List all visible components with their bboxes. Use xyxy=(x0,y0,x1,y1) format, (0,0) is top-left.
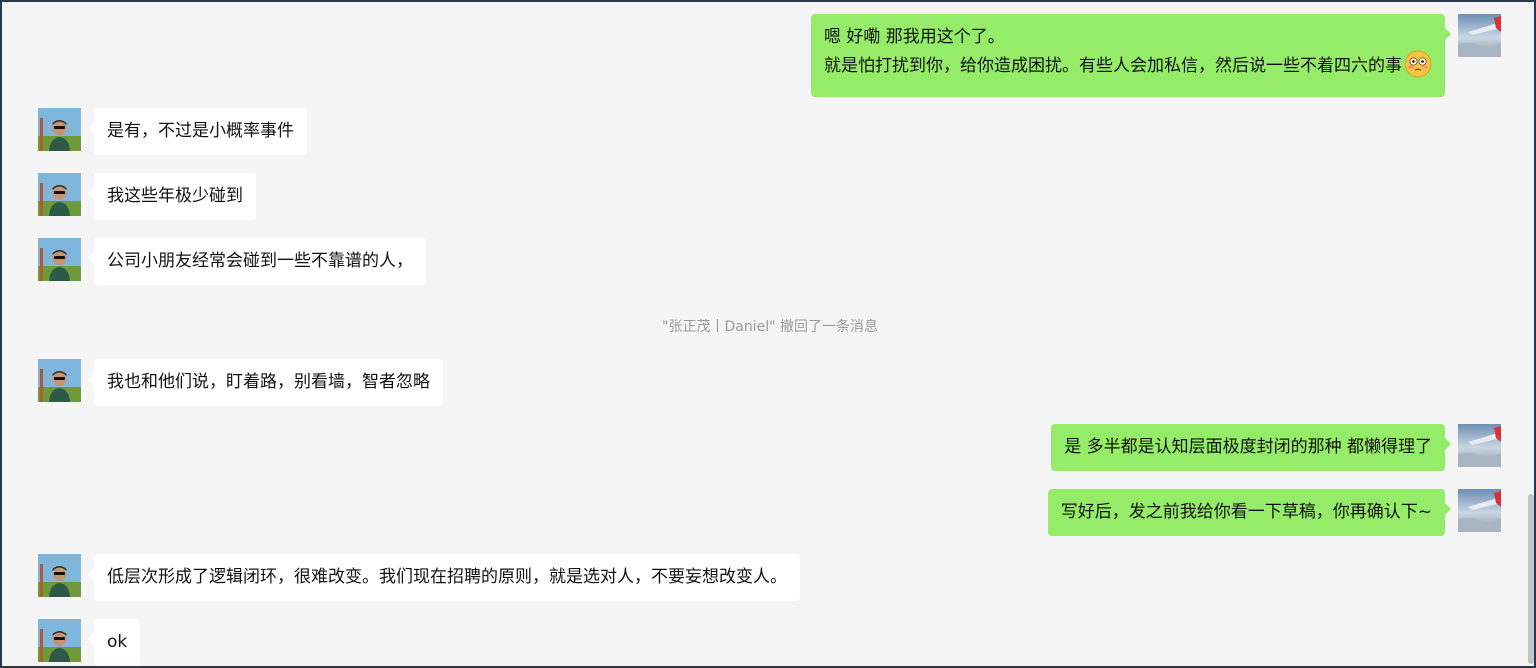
message-bubble-other[interactable]: 我也和他们说，盯着路，别看墙，智者忽略 xyxy=(88,359,443,406)
message-bubble-other[interactable]: ok xyxy=(87,619,141,666)
self-avatar[interactable] xyxy=(1458,489,1501,532)
message-text: 是有，不过是小概率事件 xyxy=(107,121,294,141)
message-bubble-self[interactable]: 嗯 好嘞 那我用这个了。 就是怕打扰到你，给你造成困扰。有些人会加私信，然后说一… xyxy=(811,14,1451,97)
message-text: 写好后，发之前我给你看一下草稿，你再确认下~ xyxy=(1060,502,1432,522)
message-bubble-other[interactable]: 低层次形成了逻辑闭环，很难改变。我们现在招聘的原则，就是选对人，不要妄想改变人。 xyxy=(88,554,800,601)
message-bubble-self[interactable]: 是 多半都是认知层面极度封闭的那种 都懒得理了 xyxy=(1051,424,1451,471)
flushed-face-icon xyxy=(1404,50,1432,86)
message-text: 我也和他们说，盯着路，别看墙，智者忽略 xyxy=(107,372,430,392)
self-avatar[interactable] xyxy=(1458,424,1501,467)
contact-avatar[interactable] xyxy=(38,238,81,281)
message-text: 低层次形成了逻辑闭环，很难改变。我们现在招聘的原则，就是选对人，不要妄想改变人。 xyxy=(107,567,787,587)
chat-window: 嗯 好嘞 那我用这个了。 就是怕打扰到你，给你造成困扰。有些人会加私信，然后说一… xyxy=(0,0,1536,668)
message-bubble-other[interactable]: 公司小朋友经常会碰到一些不靠谱的人， xyxy=(88,238,426,285)
message-text: 公司小朋友经常会碰到一些不靠谱的人， xyxy=(107,251,413,271)
message-text: 我这些年极少碰到 xyxy=(107,186,243,206)
self-avatar[interactable] xyxy=(1458,14,1501,57)
contact-avatar[interactable] xyxy=(38,108,81,151)
contact-avatar[interactable] xyxy=(38,359,81,402)
message-text: 是 多半都是认知层面极度封闭的那种 都懒得理了 xyxy=(1064,437,1432,457)
message-bubble-self[interactable]: 写好后，发之前我给你看一下草稿，你再确认下~ xyxy=(1047,489,1452,536)
message-text: 嗯 好嘞 那我用这个了。 xyxy=(824,27,1005,47)
contact-avatar[interactable] xyxy=(38,173,81,216)
message-text-line: 就是怕打扰到你，给你造成困扰。有些人会加私信，然后说一些不着四六的事 xyxy=(824,56,1402,76)
message-bubble-other[interactable]: 我这些年极少碰到 xyxy=(88,173,256,220)
scrollbar-thumb[interactable] xyxy=(1528,494,1534,664)
recall-notice: "张正茂丨Daniel" 撤回了一条消息 xyxy=(662,319,878,335)
message-text: ok xyxy=(107,632,128,652)
contact-avatar[interactable] xyxy=(38,554,81,597)
message-bubble-other[interactable]: 是有，不过是小概率事件 xyxy=(88,108,307,155)
message-text: 就是怕打扰到你，给你造成困扰。有些人会加私信，然后说一些不着四六的事 xyxy=(824,50,1432,86)
contact-avatar[interactable] xyxy=(38,619,81,662)
